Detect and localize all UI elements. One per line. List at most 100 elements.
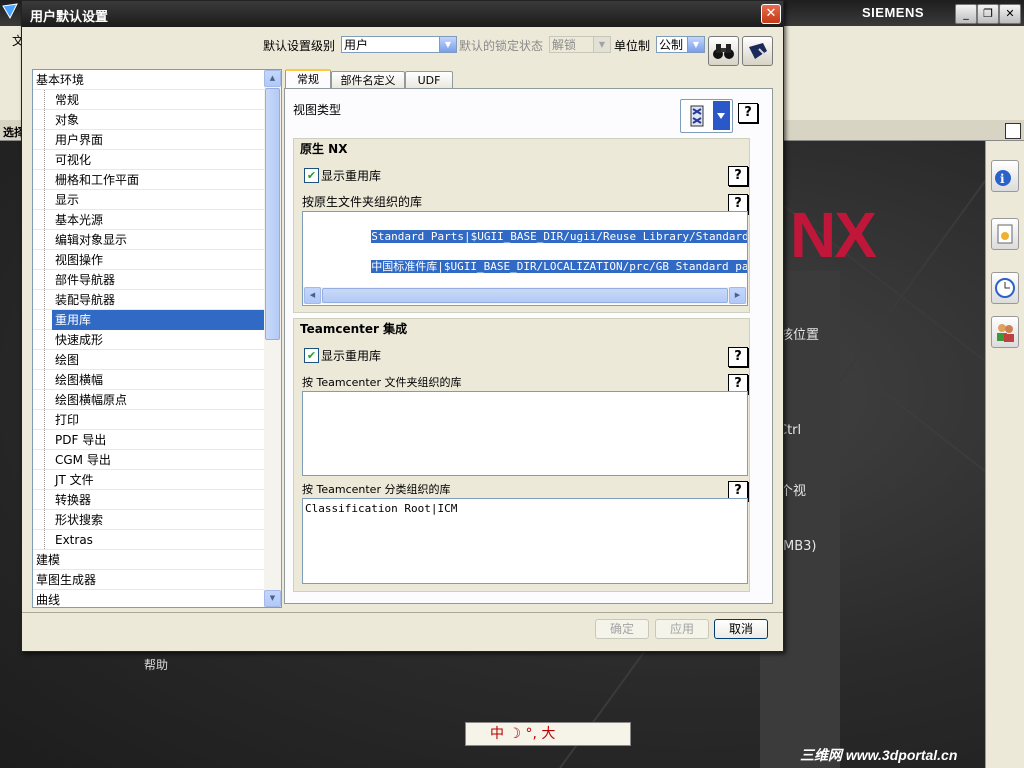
tree-item[interactable]: 对象 xyxy=(33,110,264,130)
scroll-down-arrow[interactable]: ▼ xyxy=(264,590,281,607)
tree-item-label: 编辑对象显示 xyxy=(55,233,128,247)
tree-item[interactable]: 编辑对象显示 xyxy=(33,230,264,250)
scroll-thumb[interactable] xyxy=(265,88,280,340)
view-type-select[interactable] xyxy=(680,99,733,133)
document-icon[interactable] xyxy=(991,218,1019,250)
scroll-right-arrow[interactable]: ▶ xyxy=(729,287,746,304)
tab-general[interactable]: 常规 xyxy=(285,69,331,90)
binoculars-icon xyxy=(713,44,734,59)
maximize-graphics-icon[interactable] xyxy=(1005,123,1021,139)
tree-item[interactable]: 形状搜索 xyxy=(33,510,264,530)
user-defaults-dialog: 用户默认设置 ✕ 默认设置级别 用户 ▼ 默认的锁定状态 解锁 ▼ 单位制 公制… xyxy=(21,0,784,652)
tree-item[interactable]: 绘图横幅原点 xyxy=(33,390,264,410)
cancel-button[interactable]: 取消 xyxy=(714,619,768,639)
tree-item-label: 可视化 xyxy=(55,153,92,167)
minimize-button[interactable]: _ xyxy=(955,4,977,24)
tree-item[interactable]: 栅格和工作平面 xyxy=(33,170,264,190)
tree-item[interactable]: 装配导航器 xyxy=(33,290,264,310)
help-icon[interactable]: ? xyxy=(738,103,758,123)
tree-item[interactable]: 重用库 xyxy=(33,310,264,330)
tree-item[interactable]: CGM 导出 xyxy=(33,450,264,470)
native-show-reuse-checkbox[interactable]: ✔ xyxy=(304,168,319,183)
scroll-thumb[interactable] xyxy=(322,288,728,303)
workspace-text-4: MB3) xyxy=(783,539,817,554)
find-default-button[interactable] xyxy=(708,36,739,66)
dialog-titlebar xyxy=(22,1,783,27)
tree-item[interactable]: 视图操作 xyxy=(33,250,264,270)
tree-scrollbar[interactable]: ▲ ▼ xyxy=(264,70,281,607)
native-folder-list[interactable]: Standard Parts|$UGII_BASE_DIR/ugii/Reuse… xyxy=(302,211,748,306)
list-item[interactable]: Classification Root|ICM xyxy=(305,502,457,515)
manage-defaults-button[interactable] xyxy=(742,36,773,66)
tc-class-list[interactable]: Classification Root|ICM xyxy=(302,498,748,584)
tree-item[interactable]: 基本环境 xyxy=(33,70,264,90)
tc-folder-list[interactable] xyxy=(302,391,748,476)
apply-button[interactable]: 应用 xyxy=(655,619,709,639)
tree-item[interactable]: 可视化 xyxy=(33,150,264,170)
native-folder-label: 按原生文件夹组织的库 xyxy=(302,195,423,209)
tc-class-label: 按 Teamcenter 分类组织的库 xyxy=(302,483,451,496)
chevron-down-icon: ▼ xyxy=(687,37,704,52)
tree-item-label: 栅格和工作平面 xyxy=(55,173,140,187)
native-nx-header: 原生 NX xyxy=(300,142,348,156)
help-icon[interactable]: ? xyxy=(728,166,748,186)
list-item[interactable]: Standard Parts|$UGII_BASE_DIR/ugii/Reuse… xyxy=(371,230,747,243)
tree-item[interactable]: 草图生成器 xyxy=(33,570,264,590)
unit-select[interactable]: 公制 ▼ xyxy=(656,36,705,53)
level-select[interactable]: 用户 ▼ xyxy=(341,36,457,53)
tree-item[interactable]: 常规 xyxy=(33,90,264,110)
clock-icon[interactable] xyxy=(991,272,1019,304)
scroll-up-arrow[interactable]: ▲ xyxy=(264,70,281,87)
tree-item[interactable]: 转换器 xyxy=(33,490,264,510)
tc-show-reuse-checkbox[interactable]: ✔ xyxy=(304,348,319,363)
users-icon[interactable] xyxy=(991,316,1019,348)
lock-value: 解锁 xyxy=(552,38,577,52)
tree-item[interactable]: 用户界面 xyxy=(33,130,264,150)
settings-tree[interactable]: 基本环境常规对象用户界面可视化栅格和工作平面 显示基本光源编辑对象显示视图操作 部件… xyxy=(32,69,282,608)
tab-part-name[interactable]: 部件名定义 xyxy=(331,71,405,89)
tree-item[interactable]: Extras xyxy=(33,530,264,550)
tree-item[interactable]: 快速成形 xyxy=(33,330,264,350)
divider xyxy=(22,612,783,613)
dialog-close-button[interactable]: ✕ xyxy=(761,4,781,24)
tree-item[interactable]: 部件导航器 xyxy=(33,270,264,290)
tree-item[interactable]: 打印 xyxy=(33,410,264,430)
native-hscrollbar[interactable]: ◀ ▶ xyxy=(303,287,747,304)
tree-item[interactable]: 曲线 xyxy=(33,590,264,607)
tree-item[interactable]: 绘图横幅 xyxy=(33,370,264,390)
ok-button[interactable]: 确定 xyxy=(595,619,649,639)
tree-item-label: PDF 导出 xyxy=(55,433,107,447)
ime-text: 中 ☽ °, 大 xyxy=(490,726,556,742)
lock-select: 解锁 ▼ xyxy=(549,36,611,53)
tc-show-reuse-label: 显示重用库 xyxy=(321,349,382,363)
tree-item-label: CGM 导出 xyxy=(55,453,111,467)
tree-item[interactable]: PDF 导出 xyxy=(33,430,264,450)
nx-logo: NX xyxy=(790,199,877,271)
info-icon[interactable]: i xyxy=(991,160,1019,192)
chevron-down-icon: ▼ xyxy=(593,37,610,52)
tree-item-label: 绘图横幅原点 xyxy=(55,393,128,407)
tree-item-label: 曲线 xyxy=(36,593,61,607)
restore-button[interactable]: ❐ xyxy=(977,4,999,24)
tree-item[interactable]: 绘图 xyxy=(33,350,264,370)
level-value: 用户 xyxy=(344,38,369,52)
list-item[interactable]: 中国标准件库|$UGII_BASE_DIR/LOCALIZATION/prc/G… xyxy=(371,260,747,273)
tree-item[interactable]: JT 文件 xyxy=(33,470,264,490)
tree-item[interactable]: 建模 xyxy=(33,550,264,570)
ime-toolbar[interactable]: 中 ☽ °, 大 xyxy=(465,722,631,746)
brand-label: SIEMENS xyxy=(862,5,925,20)
tree-item-label: 重用库 xyxy=(52,310,264,330)
workspace-text-1: 核位置 xyxy=(780,328,820,343)
help-label[interactable]: 帮助 xyxy=(144,656,168,673)
scroll-left-arrow[interactable]: ◀ xyxy=(304,287,321,304)
unit-value: 公制 xyxy=(659,38,684,52)
tree-item-label: 显示 xyxy=(55,193,80,207)
app-close-button[interactable]: ✕ xyxy=(999,4,1021,24)
tree-item[interactable]: 基本光源 xyxy=(33,210,264,230)
help-icon[interactable]: ? xyxy=(728,347,748,367)
tree-item-label: 用户界面 xyxy=(55,133,104,147)
chevron-down-icon: ▼ xyxy=(439,37,456,52)
tree-item-label: 常规 xyxy=(55,93,80,107)
tree-item[interactable]: 显示 xyxy=(33,190,264,210)
tab-udf[interactable]: UDF xyxy=(405,71,453,89)
